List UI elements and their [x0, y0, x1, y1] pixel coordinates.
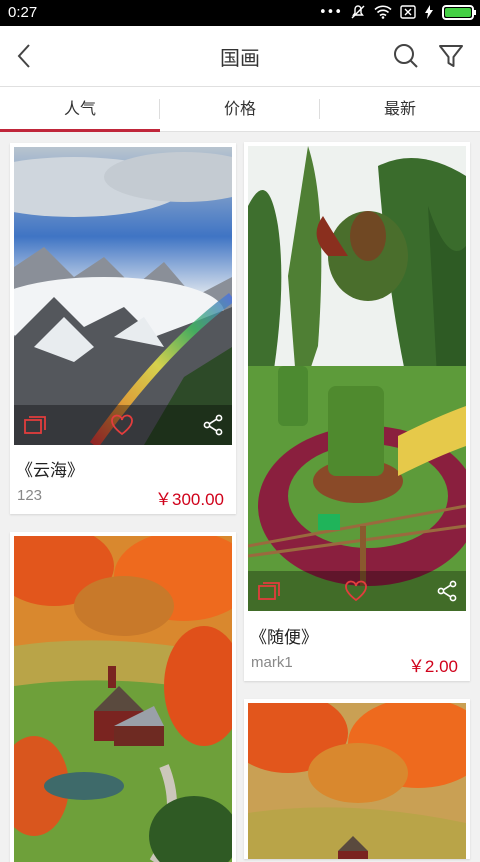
sort-tabs: 人气 价格 最新: [0, 86, 480, 132]
artwork-image[interactable]: [14, 536, 232, 862]
tab-divider: [159, 99, 160, 119]
sim-icon: [400, 5, 416, 19]
artwork-title: 《云海》: [16, 461, 84, 481]
artwork-author: 123: [17, 487, 43, 504]
tab-popularity[interactable]: 人气: [0, 87, 160, 132]
favorite-icon[interactable]: [343, 578, 369, 604]
mute-icon: [351, 5, 365, 19]
artwork-author: mark1: [251, 654, 293, 671]
artwork-price: ￥2.00: [407, 657, 458, 676]
charging-icon: [425, 5, 433, 19]
status-time: 0:27: [8, 4, 38, 21]
artwork-card[interactable]: [244, 699, 470, 859]
more-dots-icon: •••: [318, 4, 342, 20]
wifi-icon: [374, 5, 392, 19]
artwork-card[interactable]: 《云海》 123 ￥300.00: [10, 143, 236, 514]
tab-newest[interactable]: 最新: [320, 87, 480, 131]
artwork-image[interactable]: [14, 147, 232, 445]
app-bar: 国画: [0, 26, 480, 86]
artwork-image[interactable]: [248, 703, 466, 859]
filter-icon[interactable]: [433, 38, 469, 74]
artwork-price: ￥300.00: [155, 490, 224, 509]
artwork-image[interactable]: [248, 146, 466, 611]
tab-divider: [319, 99, 320, 119]
status-bar: 0:27 •••: [0, 0, 480, 26]
share-icon[interactable]: [434, 578, 460, 604]
share-icon[interactable]: [200, 412, 226, 438]
status-icons: •••: [318, 4, 476, 20]
gallery-icon[interactable]: [256, 578, 282, 604]
tab-price[interactable]: 价格: [160, 87, 320, 131]
favorite-icon[interactable]: [109, 412, 135, 438]
search-icon[interactable]: [388, 38, 424, 74]
artwork-card[interactable]: [10, 532, 236, 862]
artwork-card[interactable]: 《随便》 mark1 ￥2.00: [244, 142, 470, 681]
battery-icon: [442, 4, 476, 20]
artwork-title: 《随便》: [250, 628, 318, 648]
gallery-icon[interactable]: [22, 412, 48, 438]
